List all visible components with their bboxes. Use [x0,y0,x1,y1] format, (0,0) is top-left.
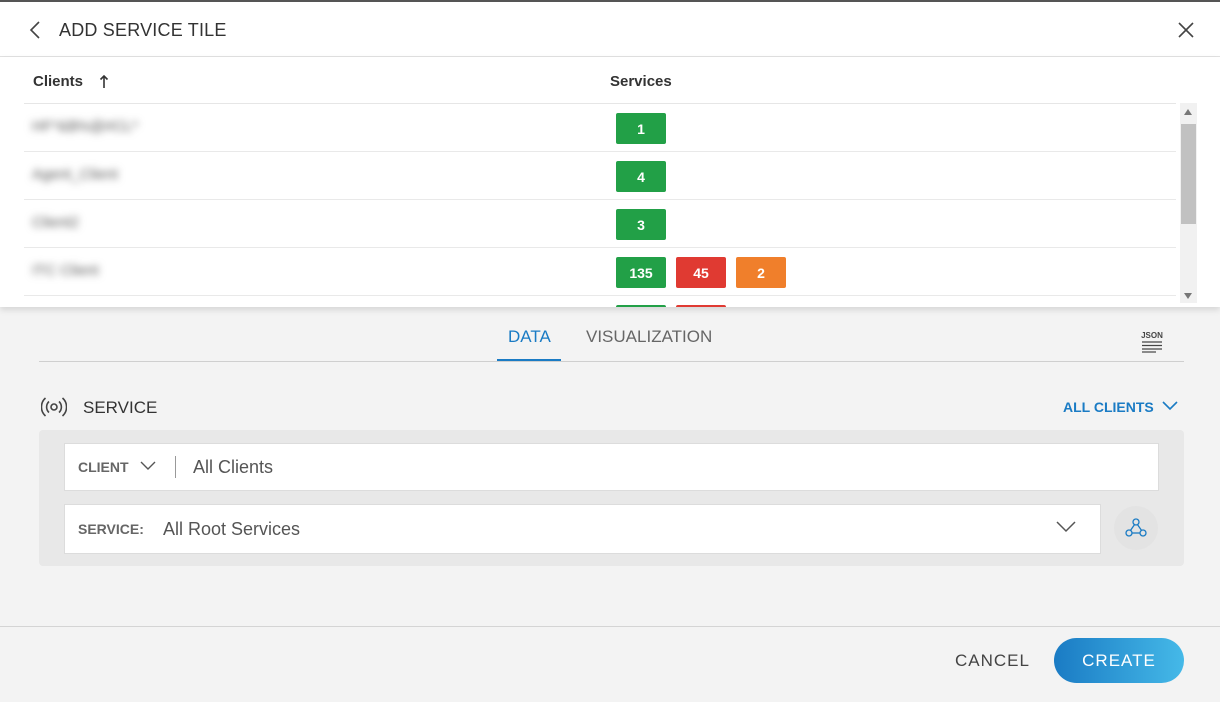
service-badges: 3 [616,209,666,240]
service-count-badge-critical[interactable] [676,305,726,307]
all-clients-label: ALL CLIENTS [1063,399,1154,415]
service-field-label: SERVICE: [78,521,144,537]
tab-data[interactable]: DATA [508,327,551,347]
table-row-partial[interactable] [24,296,1176,307]
column-header-clients-label: Clients [33,73,84,90]
service-badges: 4 [616,161,666,192]
table-scrollbar[interactable] [1180,103,1197,303]
client-name: ITC Client [32,262,99,279]
service-section-title: SERVICE [83,398,158,417]
service-count-badge-ok[interactable]: 1 [616,113,666,144]
service-count-badge-critical[interactable]: 45 [676,257,726,288]
table-row[interactable]: ITC Client 135 45 2 [24,248,1176,296]
service-count-badge-warning[interactable]: 2 [736,257,786,288]
client-name: Client2 [32,214,79,231]
client-filter-row: CLIENT [64,443,1159,491]
dialog-header: ADD SERVICE TILE [0,0,1220,57]
table-row[interactable]: HF*&$%@#CL* 1 [24,104,1176,152]
service-select-dropdown[interactable]: SERVICE: All Root Services [64,504,1101,554]
service-count-badge-ok[interactable]: 4 [616,161,666,192]
json-view-icon[interactable]: JSON [1140,329,1164,353]
client-select-dropdown[interactable]: CLIENT [78,459,156,475]
column-header-services[interactable]: Services [610,73,672,90]
clients-table-panel: Clients Services HF*&$%@#CL* 1 Agent_Cli… [0,57,1220,307]
service-badges: 1 [616,113,666,144]
service-badges [616,305,726,307]
json-icon-label: JSON [1141,331,1163,340]
client-name: HF*&$%@#CL* [32,118,139,135]
all-clients-dropdown[interactable]: ALL CLIENTS [1063,399,1178,415]
table-row[interactable]: Agent_Client 4 [24,152,1176,200]
service-count-badge-ok[interactable]: 3 [616,209,666,240]
chevron-down-icon [140,461,156,470]
column-header-clients[interactable]: Clients [33,73,109,90]
tab-visualization[interactable]: VISUALIZATION [586,327,712,347]
sort-ascending-icon[interactable] [99,74,109,88]
client-name: Agent_Client [32,166,118,183]
back-arrow-icon[interactable] [26,20,46,40]
cancel-button[interactable]: CANCEL [955,651,1030,671]
scroll-thumb[interactable] [1181,124,1196,224]
scroll-up-arrow-icon[interactable] [1184,109,1192,115]
client-input[interactable] [193,457,1093,478]
table-rows: HF*&$%@#CL* 1 Agent_Client 4 Client2 3 I… [24,104,1176,307]
table-row[interactable]: Client2 3 [24,200,1176,248]
service-count-badge-ok[interactable] [616,305,666,307]
service-selected-value: All Root Services [163,519,301,539]
service-badges: 135 45 2 [616,257,786,288]
close-icon[interactable] [1176,20,1196,40]
dialog-title: ADD SERVICE TILE [59,20,227,40]
footer-divider [0,626,1220,627]
chevron-down-icon [1056,521,1076,533]
service-broadcast-icon [41,397,67,417]
chevron-down-icon [1162,401,1178,411]
create-button[interactable]: CREATE [1054,638,1184,683]
field-divider [175,456,176,478]
scroll-down-arrow-icon[interactable] [1184,293,1192,299]
client-select-label: CLIENT [78,459,129,475]
topology-icon [1125,518,1147,537]
service-topology-button[interactable] [1114,506,1158,550]
service-count-badge-ok[interactable]: 135 [616,257,666,288]
tabs-divider [39,361,1184,362]
